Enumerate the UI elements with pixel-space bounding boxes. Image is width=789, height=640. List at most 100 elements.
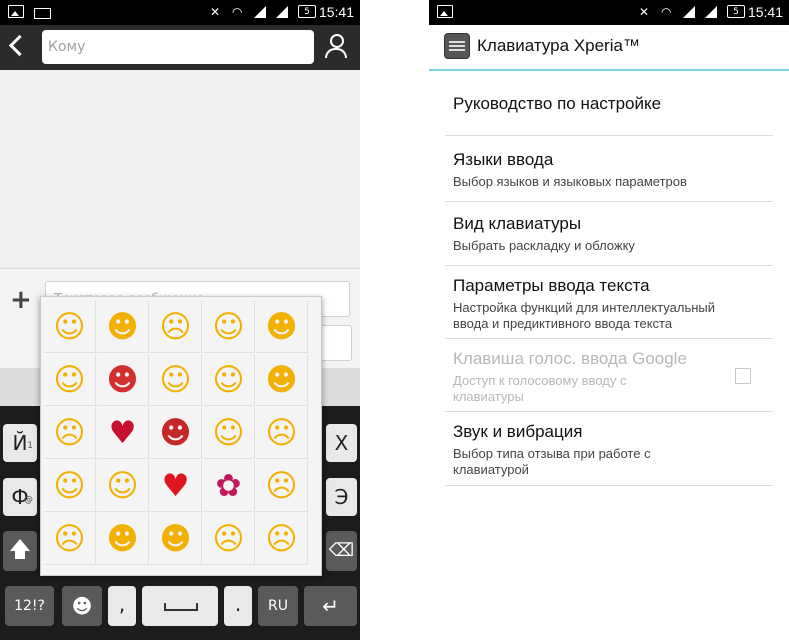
contact-picker-icon[interactable]	[324, 34, 348, 60]
comma-key[interactable]: ,	[108, 586, 136, 626]
setting-subtitle: Настройка функций для интеллектуальный в…	[453, 300, 716, 331]
nerd-glasses-icon: ☺	[106, 467, 139, 504]
emoji-cell[interactable]: ☹	[256, 460, 308, 512]
scream-face-icon: ☹	[212, 520, 245, 557]
mute-icon: ✕	[639, 5, 650, 19]
signal-icon	[254, 6, 266, 18]
tongue-wink-icon: ☺	[53, 361, 86, 398]
sick-face-icon: ☹	[53, 520, 86, 557]
emoji-grid: ☺ ☻ ☹ ☺ ☻ ☺ ☻ ☺ ☺ ☻ ☹ ♥ ☻ ☺ ☹ ☺ ☺ ♥ ✿ ☹ ☹ ☻ ☻ ☹ ☹	[44, 301, 308, 565]
emoji-cell[interactable]: ☻	[97, 301, 149, 353]
settings-header: Клавиатура Xperia™	[429, 25, 789, 71]
angel-face-icon: ☺	[212, 414, 245, 451]
key-y-label: Й	[12, 431, 28, 455]
enter-key[interactable]: ↵	[304, 586, 357, 626]
emoji-cell[interactable]: ☺	[150, 354, 202, 406]
back-arrow-icon[interactable]	[8, 34, 31, 57]
emoji-cell[interactable]: ☺	[44, 460, 96, 512]
blush-smile-icon: ☺	[159, 361, 192, 398]
page-title: Клавиатура Xperia™	[477, 36, 640, 55]
rose-icon: ✿	[215, 467, 242, 504]
wifi-icon: ◠	[661, 5, 672, 19]
setting-title: Руководство по настройке	[453, 94, 662, 113]
shift-arrow-icon	[10, 539, 30, 551]
emoji-cell[interactable]: ☺	[44, 354, 96, 406]
clock: 15:41	[318, 4, 354, 20]
status-bar: ✕ ◠ 5 15:41	[0, 0, 360, 25]
backspace-key[interactable]: ⌫	[326, 531, 357, 571]
recipient-input[interactable]: Кому	[42, 30, 314, 64]
setting-google-voice-key: Клавиша голос. ввода Google Доступ к гол…	[445, 339, 773, 412]
emoji-cell[interactable]: ☺	[203, 407, 255, 459]
space-key[interactable]	[142, 586, 218, 626]
emoji-cell[interactable]: ☻	[97, 513, 149, 565]
emoji-cell[interactable]: ☺	[44, 301, 96, 353]
battery-icon: 5	[727, 5, 745, 18]
devil-face-icon: ☻	[159, 414, 192, 451]
setting-subtitle: Выбрать раскладку и обложку	[453, 238, 635, 253]
emoji-cell[interactable]: ♥	[150, 460, 202, 512]
emoji-cell[interactable]: ☹	[256, 513, 308, 565]
heart-icon: ♥	[161, 467, 190, 504]
emoji-cell[interactable]: ☹	[203, 513, 255, 565]
clock: 15:41	[747, 4, 783, 20]
key-h[interactable]: Х	[326, 424, 357, 462]
emoji-cell[interactable]: ☹	[256, 407, 308, 459]
language-key[interactable]: RU	[258, 586, 298, 626]
emoji-cell[interactable]: ☻	[150, 407, 202, 459]
symbols-key[interactable]: 12!?	[5, 586, 54, 626]
emoji-cell[interactable]: ☺	[97, 460, 149, 512]
grin-face-icon: ☻	[265, 308, 298, 345]
emoji-cell[interactable]: ☺	[203, 301, 255, 353]
smile-face-icon: ☺	[53, 308, 86, 345]
confused-face-icon: ☹	[265, 414, 298, 451]
setting-text-input-options[interactable]: Параметры ввода текста Настройка функций…	[445, 266, 773, 339]
smiley-icon: ☻	[71, 594, 93, 618]
setting-sound-vibration[interactable]: Звук и вибрация Выбор типа отзыва при ра…	[445, 412, 773, 486]
sunglasses-face-icon: ☻	[265, 361, 298, 398]
space-bar-icon	[164, 603, 198, 611]
setting-input-languages[interactable]: Языки ввода Выбор языков и языковых пара…	[445, 136, 773, 202]
emoji-picker: ☺ ☻ ☹ ☺ ☻ ☺ ☻ ☺ ☺ ☻ ☹ ♥ ☻ ☺ ☹ ☺ ☺ ♥ ✿ ☹ ☹ ☻ ☻ ☹ ☹	[40, 296, 322, 576]
signal-icon	[683, 6, 695, 18]
surprised-face-icon: ☺	[212, 308, 245, 345]
emoji-cell[interactable]: ☻	[256, 354, 308, 406]
mouth-zipped-icon: ☹	[265, 467, 298, 504]
emoji-cell[interactable]: ♥	[97, 407, 149, 459]
setting-keyboard-view[interactable]: Вид клавиатуры Выбрать раскладку и облож…	[445, 202, 773, 266]
emoji-cell[interactable]: ✿	[203, 460, 255, 512]
laugh-cry-icon: ☻	[159, 520, 192, 557]
compose-header: Кому	[0, 25, 360, 70]
attach-plus-icon[interactable]: +	[10, 285, 32, 315]
lips-icon: ♥	[108, 414, 137, 451]
key-f[interactable]: Ф @	[3, 478, 37, 516]
setting-title: Клавиша голос. ввода Google	[453, 349, 687, 368]
key-y[interactable]: Й 1	[3, 424, 37, 462]
mute-icon: ✕	[210, 5, 221, 19]
frown-face-icon: ☹	[159, 308, 192, 345]
angry-face-icon: ☻	[106, 361, 139, 398]
setting-subtitle: Выбор языков и языковых параметров	[453, 174, 687, 189]
emoji-cell[interactable]: ☹	[44, 513, 96, 565]
gallery-notification-icon	[8, 5, 24, 18]
key-f-sup: @	[24, 495, 33, 505]
emoji-key[interactable]: ☻	[62, 586, 102, 626]
voice-key-checkbox	[735, 368, 751, 384]
enter-icon: ↵	[322, 594, 339, 618]
period-key[interactable]: .	[224, 586, 252, 626]
drunk-face-icon: ☻	[106, 520, 139, 557]
signal-2-icon	[705, 6, 717, 18]
emoji-cell[interactable]: ☺	[203, 354, 255, 406]
emoji-cell[interactable]: ☻	[150, 513, 202, 565]
key-e[interactable]: Э	[326, 478, 357, 516]
emoji-cell[interactable]: ☹	[150, 301, 202, 353]
gallery-notification-icon	[437, 5, 453, 18]
setting-title: Вид клавиатуры	[453, 214, 582, 233]
emoji-cell[interactable]: ☹	[44, 407, 96, 459]
shift-key[interactable]	[3, 531, 37, 571]
emoji-cell[interactable]: ☻	[256, 301, 308, 353]
emoji-cell[interactable]: ☻	[97, 354, 149, 406]
setting-subtitle: Выбор типа отзыва при работе с клавиатур…	[453, 446, 651, 477]
wifi-icon: ◠	[232, 5, 243, 19]
setting-setup-guide[interactable]: Руководство по настройке	[445, 72, 773, 136]
